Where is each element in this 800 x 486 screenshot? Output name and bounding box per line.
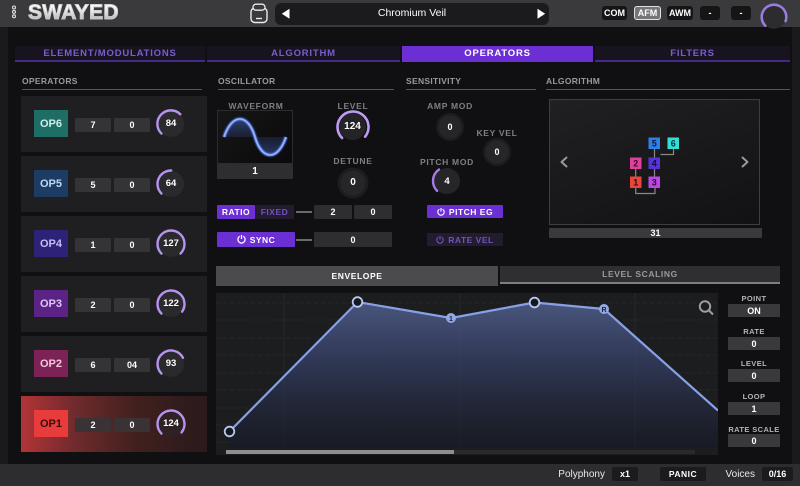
- svg-text:1: 1: [449, 316, 453, 323]
- svg-text:2: 2: [633, 158, 638, 168]
- svg-text:5: 5: [652, 138, 657, 148]
- svg-text:1: 1: [633, 177, 638, 187]
- svg-text:R: R: [601, 307, 606, 314]
- svg-text:3: 3: [652, 177, 657, 187]
- svg-text:4: 4: [652, 158, 657, 168]
- svg-text:6: 6: [671, 138, 676, 148]
